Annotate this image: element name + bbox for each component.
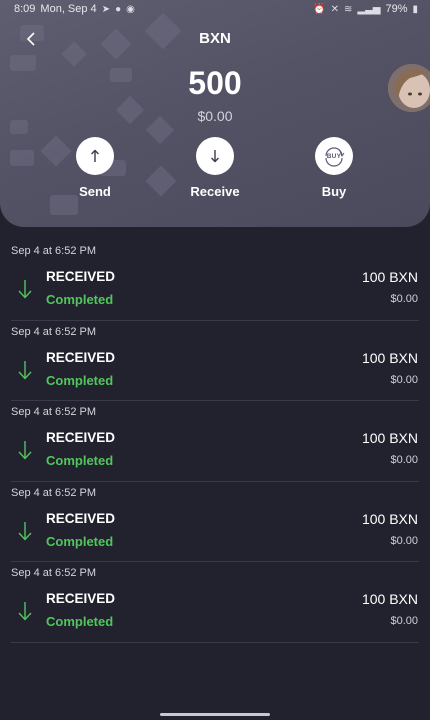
arrow-down-icon: [18, 280, 32, 299]
transaction-amount: 100 BXN: [361, 430, 418, 446]
mute-icon: ✕: [330, 3, 339, 15]
transaction-type: RECEIVED: [46, 510, 116, 526]
nav-row: BXN: [0, 28, 430, 50]
avatar[interactable]: [388, 64, 430, 112]
transaction-item[interactable]: Sep 4 at 6:52 PM RECEIVED Completed 100 …: [0, 240, 430, 321]
transaction-fiat: $0.00: [390, 373, 418, 386]
transaction-fiat: $0.00: [390, 534, 418, 547]
transaction-status: Completed: [46, 614, 114, 629]
transaction-fiat: $0.00: [390, 293, 418, 305]
send-action[interactable]: Send: [50, 137, 140, 199]
transaction-item[interactable]: Sep 4 at 6:52 PM RECEIVED Completed 100 …: [0, 321, 430, 401]
buy-action[interactable]: BUY Buy: [289, 137, 379, 199]
transaction-item[interactable]: Sep 4 at 6:52 PM RECEIVED Completed 100 …: [0, 482, 430, 562]
page-title: BXN: [199, 30, 231, 47]
transaction-amount: 100 BXN: [361, 591, 418, 607]
transaction-date: Sep 4 at 6:52 PM: [11, 245, 96, 257]
transaction-status: Completed: [46, 533, 114, 549]
transaction-type: RECEIVED: [46, 591, 116, 606]
transaction-date: Sep 4 at 6:52 PM: [11, 567, 96, 579]
transaction-fiat: $0.00: [390, 454, 418, 466]
transaction-amount: 100 BXN: [361, 269, 418, 285]
status-date: Mon, Sep 4: [40, 3, 97, 15]
battery-level: 79%: [385, 3, 408, 15]
home-indicator[interactable]: [160, 713, 270, 716]
token-header-card: BXN 500 $0.00 Send Receive BUY Buy: [0, 0, 430, 227]
alarm-icon: ⏰: [313, 3, 326, 15]
buy-button[interactable]: BUY: [315, 137, 353, 175]
arrow-down-icon: [18, 441, 32, 460]
status-time: 8:09: [14, 3, 36, 15]
send-label: Send: [79, 184, 111, 199]
receive-action[interactable]: Receive: [170, 137, 260, 199]
signal-icon: ▂▃▅: [357, 3, 381, 15]
messenger-icon: ◉: [126, 3, 135, 15]
transaction-amount: 100 BXN: [361, 349, 418, 366]
transaction-status: Completed: [46, 453, 114, 468]
transaction-status: Completed: [46, 292, 114, 307]
arrow-down-icon: [18, 521, 32, 541]
transaction-date: Sep 4 at 6:52 PM: [11, 325, 96, 338]
buy-icon-text: BUY: [326, 152, 342, 160]
transaction-list: Sep 4 at 6:52 PM RECEIVED Completed 100 …: [0, 240, 430, 643]
transaction-date: Sep 4 at 6:52 PM: [11, 486, 96, 499]
transaction-item[interactable]: Sep 4 at 6:52 PM RECEIVED Completed 100 …: [0, 401, 430, 482]
transaction-date: Sep 4 at 6:52 PM: [11, 406, 96, 418]
fiat-balance: $0.00: [197, 108, 233, 124]
send-button[interactable]: [76, 137, 114, 175]
arrow-down-icon: [18, 602, 32, 621]
transaction-fiat: $0.00: [390, 615, 418, 627]
telegram-icon: ➤: [101, 3, 111, 15]
divider: [11, 641, 419, 643]
wifi-icon: ≋: [343, 3, 353, 15]
battery-icon: ▮: [412, 3, 418, 15]
receive-label: Receive: [190, 184, 240, 199]
transaction-type: RECEIVED: [46, 349, 116, 365]
token-balance: 500: [188, 65, 242, 101]
notification-icon: ●: [115, 3, 122, 15]
transaction-type: RECEIVED: [46, 269, 116, 284]
transaction-type: RECEIVED: [46, 430, 116, 445]
arrow-up-icon: [91, 149, 99, 162]
buy-label: Buy: [321, 184, 347, 199]
transaction-status: Completed: [46, 372, 114, 388]
receive-button[interactable]: [196, 137, 234, 175]
avatar-image: [388, 64, 430, 112]
transaction-amount: 100 BXN: [361, 510, 418, 527]
arrow-down-icon: [18, 360, 32, 380]
transaction-item[interactable]: Sep 4 at 6:52 PM RECEIVED Completed 100 …: [0, 562, 430, 643]
arrow-down-icon: [211, 150, 219, 163]
status-bar: 8:09 Mon, Sep 4 ➤ ● ◉ ⏰ ✕ ≋ ▂▃▅ 79% ▮: [0, 0, 430, 18]
